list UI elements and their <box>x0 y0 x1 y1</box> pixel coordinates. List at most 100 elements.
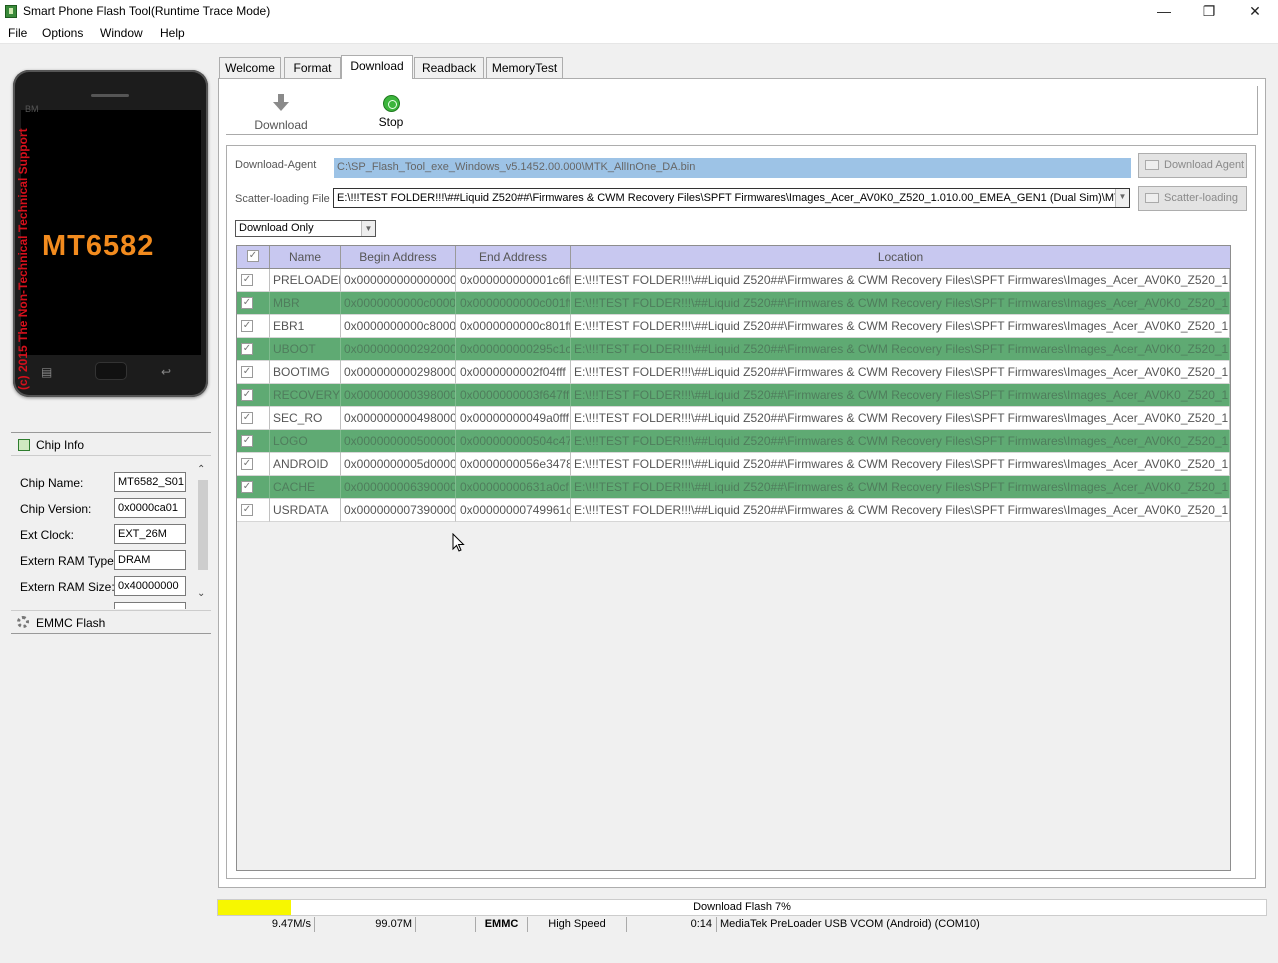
back-key-icon: ↩ <box>161 365 172 379</box>
scatter-file-path[interactable]: E:\!!!TEST FOLDER!!!\##Liquid Z520##\Fir… <box>333 188 1130 208</box>
table-row[interactable]: ✓ USRDATA 0x0000000073900000 0x000000007499… <box>237 499 1230 522</box>
row-checkbox-cell[interactable]: ✓ <box>237 361 270 384</box>
row-checkbox-cell[interactable]: ✓ <box>237 476 270 499</box>
progress-text: Download Flash 7% <box>693 901 791 913</box>
scroll-thumb[interactable] <box>198 480 208 570</box>
partition-name: PRELOADER <box>270 269 341 292</box>
ram-size-label: Extern RAM Size: <box>20 580 115 594</box>
row-checkbox[interactable]: ✓ <box>241 274 253 286</box>
download-button[interactable]: Download <box>246 92 316 132</box>
partition-location: E:\!!!TEST FOLDER!!!\##Liquid Z520##\Fir… <box>571 338 1230 361</box>
select-all-checkbox[interactable]: ✓ <box>247 250 259 262</box>
row-checkbox[interactable]: ✓ <box>241 458 253 470</box>
tab-readback[interactable]: Readback <box>414 57 484 78</box>
table-row[interactable]: ✓ MBR 0x0000000000c00000 0x0000000000c001ff… <box>237 292 1230 315</box>
partition-location: E:\!!!TEST FOLDER!!!\##Liquid Z520##\Fir… <box>571 361 1230 384</box>
tab-welcome[interactable]: Welcome <box>219 57 281 78</box>
minimize-button[interactable]: — <box>1141 0 1187 24</box>
end-address: 0x00000000749961cb <box>456 499 571 522</box>
folder-icon <box>1145 160 1159 170</box>
download-mode-value: Download Only <box>239 222 314 234</box>
menu-options[interactable]: Options <box>42 26 83 40</box>
begin-address: 0x0000000004980000 <box>341 407 456 430</box>
restore-button[interactable]: ❐ <box>1186 0 1232 24</box>
download-agent-path[interactable]: C:\SP_Flash_Tool_exe_Windows_v5.1452.00.… <box>334 158 1131 178</box>
title-bar: Smart Phone Flash Tool(Runtime Trace Mod… <box>0 0 1278 24</box>
table-row[interactable]: ✓ ANDROID 0x0000000005d00000 0x0000000056e3… <box>237 453 1230 476</box>
row-checkbox[interactable]: ✓ <box>241 297 253 309</box>
status-storage: EMMC <box>476 917 528 932</box>
row-checkbox[interactable]: ✓ <box>241 412 253 424</box>
partition-name: RECOVERY <box>270 384 341 407</box>
end-address: 0x000000000295c1c7 <box>456 338 571 361</box>
table-row[interactable]: ✓ BOOTIMG 0x0000000002980000 0x0000000002f0… <box>237 361 1230 384</box>
folder-icon <box>1145 193 1159 203</box>
row-checkbox-cell[interactable]: ✓ <box>237 453 270 476</box>
row-checkbox[interactable]: ✓ <box>241 504 253 516</box>
table-row[interactable]: ✓ RECOVERY 0x0000000003980000 0x0000000003f… <box>237 384 1230 407</box>
row-checkbox[interactable]: ✓ <box>241 366 253 378</box>
stop-button[interactable]: Stop <box>356 92 426 129</box>
chevron-down-icon[interactable]: ▼ <box>1115 189 1129 207</box>
table-row[interactable]: ✓ SEC_RO 0x0000000004980000 0x00000000049a0… <box>237 407 1230 430</box>
ram-size-field[interactable]: 0x40000000 <box>114 576 186 596</box>
scroll-up-icon[interactable]: ⌃ <box>197 464 205 475</box>
mouse-cursor-icon <box>452 533 465 552</box>
row-checkbox-cell[interactable]: ✓ <box>237 292 270 315</box>
row-checkbox-cell[interactable]: ✓ <box>237 338 270 361</box>
table-row[interactable]: ✓ CACHE 0x0000000063900000 0x00000000631a0c… <box>237 476 1230 499</box>
home-key-icon <box>95 362 127 380</box>
header-name[interactable]: Name <box>270 246 341 268</box>
menu-help[interactable]: Help <box>160 26 185 40</box>
chip-version-field[interactable]: 0x0000ca01 <box>114 498 186 518</box>
table-row[interactable]: ✓ PRELOADER 0x0000000000000000 0x0000000000… <box>237 269 1230 292</box>
close-button[interactable]: ✕ <box>1232 0 1278 24</box>
stop-icon <box>382 95 400 112</box>
phone-brand: BM <box>25 104 39 114</box>
tab-download[interactable]: Download <box>341 55 413 79</box>
row-checkbox-cell[interactable]: ✓ <box>237 315 270 338</box>
header-begin-address[interactable]: Begin Address <box>341 246 456 268</box>
menu-window[interactable]: Window <box>100 26 143 40</box>
table-row[interactable]: ✓ LOGO 0x0000000005000000 0x000000000504c47… <box>237 430 1230 453</box>
table-row[interactable]: ✓ EBR1 0x0000000000c80000 0x0000000000c801f… <box>237 315 1230 338</box>
chip-name-field[interactable]: MT6582_S01 <box>114 472 186 492</box>
row-checkbox[interactable]: ✓ <box>241 435 253 447</box>
ext-clock-field[interactable]: EXT_26M <box>114 524 186 544</box>
tab-memorytest[interactable]: MemoryTest <box>486 57 563 78</box>
row-checkbox[interactable]: ✓ <box>241 481 253 493</box>
table-row[interactable]: ✓ UBOOT 0x0000000002920000 0x000000000295c1… <box>237 338 1230 361</box>
row-checkbox[interactable]: ✓ <box>241 320 253 332</box>
chip-info-scrollbar[interactable]: ⌃ ⌄ <box>196 464 210 604</box>
partition-name: UBOOT <box>270 338 341 361</box>
row-checkbox-cell[interactable]: ✓ <box>237 407 270 430</box>
header-end-address[interactable]: End Address <box>456 246 571 268</box>
download-agent-button[interactable]: Download Agent <box>1138 153 1247 178</box>
ram-type-field[interactable]: DRAM <box>114 550 186 570</box>
select-all-header[interactable]: ✓ <box>237 246 270 268</box>
row-checkbox-cell[interactable]: ✓ <box>237 430 270 453</box>
download-mode-select[interactable]: Download Only ▼ <box>235 220 376 237</box>
chip-info-header[interactable]: Chip Info <box>11 432 211 456</box>
tab-format[interactable]: Format <box>284 57 341 78</box>
row-checkbox[interactable]: ✓ <box>241 389 253 401</box>
scatter-loading-button[interactable]: Scatter-loading <box>1138 186 1247 211</box>
emmc-flash-header[interactable]: EMMC Flash <box>11 610 211 634</box>
row-checkbox-cell[interactable]: ✓ <box>237 499 270 522</box>
download-agent-label: Download-Agent <box>235 159 317 171</box>
partition-name: MBR <box>270 292 341 315</box>
row-checkbox[interactable]: ✓ <box>241 343 253 355</box>
app-icon <box>5 5 17 18</box>
emmc-flash-label: EMMC Flash <box>36 616 106 630</box>
header-location[interactable]: Location <box>571 246 1230 268</box>
stop-button-label: Stop <box>378 115 404 129</box>
row-checkbox-cell[interactable]: ✓ <box>237 384 270 407</box>
scroll-down-icon[interactable]: ⌄ <box>197 588 205 599</box>
menu-key-icon: ▤ <box>41 365 53 379</box>
status-usb-speed: High Speed <box>528 917 627 932</box>
row-checkbox-cell[interactable]: ✓ <box>237 269 270 292</box>
end-address: 0x0000000002f04fff <box>456 361 571 384</box>
partition-name: CACHE <box>270 476 341 499</box>
menu-file[interactable]: File <box>8 26 27 40</box>
chevron-down-icon[interactable]: ▼ <box>361 221 375 236</box>
